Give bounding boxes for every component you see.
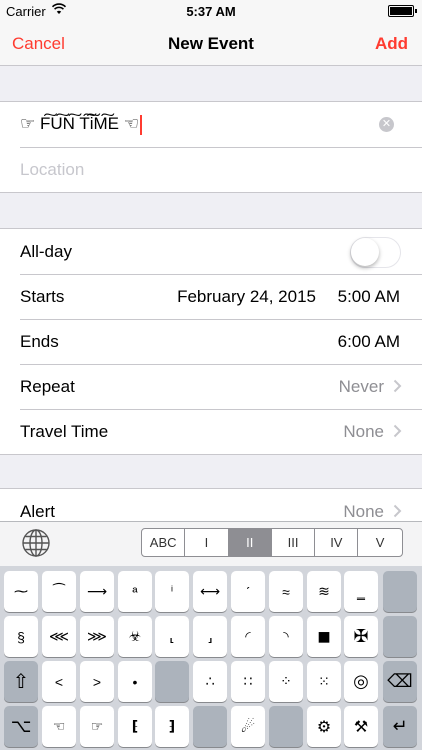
key-symbol[interactable]: ⁓ — [4, 571, 38, 612]
option-key[interactable]: ⌥ — [4, 706, 38, 747]
key-symbol[interactable]: ◎ — [344, 661, 378, 702]
chevron-right-icon — [393, 424, 402, 438]
location-row[interactable]: Location — [0, 147, 422, 192]
chevron-right-icon — [393, 379, 402, 393]
key-symbol[interactable]: > — [80, 661, 114, 702]
key-maltese-cross[interactable]: ✠ — [344, 616, 378, 657]
text-cursor — [139, 114, 142, 135]
status-bar: Carrier 5:37 AM — [0, 0, 422, 22]
repeat-value: Never — [338, 377, 384, 396]
title-input[interactable]: ☞ F͠U͠N͠ T͠i͠M͠E ☜ — [20, 114, 142, 135]
tab-v[interactable]: V — [358, 529, 401, 556]
key-hammer-pick[interactable]: ⚒ — [344, 706, 378, 747]
tab-iv[interactable]: IV — [315, 529, 359, 556]
add-button[interactable]: Add — [375, 34, 408, 54]
travel-time-label: Travel Time — [20, 422, 109, 441]
title-location-group: ☞ F͠U͠N͠ T͠i͠M͠E ☜ ✕ Location — [0, 101, 422, 193]
key-gear[interactable]: ⚙ — [307, 706, 341, 747]
tab-iii[interactable]: III — [272, 529, 316, 556]
globe-icon[interactable] — [21, 528, 51, 558]
allday-toggle[interactable] — [350, 237, 401, 268]
key-symbol[interactable]: ≈ — [269, 571, 303, 612]
key-comet[interactable]: ☄ — [231, 706, 265, 747]
repeat-label: Repeat — [20, 377, 75, 396]
backspace-key[interactable]: ⌫ — [383, 661, 417, 702]
key-blank[interactable] — [155, 661, 189, 702]
key-symbol[interactable]: ⁅ — [118, 706, 152, 747]
key-symbol[interactable]: ⁙ — [307, 661, 341, 702]
battery-icon — [388, 5, 417, 17]
time-group: All-day Starts February 24, 2015 5:00 AM… — [0, 228, 422, 455]
key-symbol[interactable]: ∴ — [193, 661, 227, 702]
title-row[interactable]: ☞ F͠U͠N͠ T͠i͠M͠E ☜ ✕ — [0, 102, 422, 147]
alert-label: Alert — [20, 502, 55, 521]
allday-row: All-day — [0, 229, 422, 274]
key-blank[interactable] — [383, 616, 417, 657]
key-symbol[interactable]: ⸤ — [155, 616, 189, 657]
key-symbol[interactable]: < — [42, 661, 76, 702]
key-symbol[interactable]: ⸥ — [193, 616, 227, 657]
key-symbol[interactable]: ∷ — [231, 661, 265, 702]
starts-date[interactable]: February 24, 2015 — [177, 287, 316, 307]
keyboard-tab-control: ABC I II III IV V — [141, 528, 403, 557]
key-symbol[interactable]: ⟷ — [193, 571, 227, 612]
key-symbol[interactable]: ≋ — [307, 571, 341, 612]
alert-value: None — [343, 502, 384, 521]
tab-ii[interactable]: II — [228, 529, 272, 556]
location-input[interactable]: Location — [20, 160, 84, 180]
travel-time-value: None — [343, 422, 384, 441]
key-symbol[interactable]: ⁘ — [269, 661, 303, 702]
key-symbol[interactable]: ⟶ — [80, 571, 114, 612]
toggle-knob — [351, 238, 379, 266]
status-time: 5:37 AM — [186, 4, 236, 19]
travel-time-row[interactable]: Travel Time None — [0, 409, 422, 454]
key-black-square[interactable]: ■ — [307, 616, 341, 657]
clear-icon[interactable]: ✕ — [379, 117, 394, 132]
key-blank[interactable] — [193, 706, 227, 747]
ends-label: Ends — [20, 332, 59, 351]
shift-key[interactable]: ⇧ — [4, 661, 38, 702]
starts-row[interactable]: Starts February 24, 2015 5:00 AM — [0, 274, 422, 319]
tab-i[interactable]: I — [185, 529, 229, 556]
repeat-row[interactable]: Repeat Never — [0, 364, 422, 409]
nav-bar: Cancel New Event Add — [0, 22, 422, 66]
key-bullet[interactable]: • — [118, 661, 152, 702]
ends-time[interactable]: 6:00 AM — [338, 332, 400, 352]
key-symbol[interactable]: ◜ — [231, 616, 265, 657]
key-symbol[interactable]: ⁀ — [42, 571, 76, 612]
keyboard: ABC I II III IV V ⁓ ⁀ ⟶ ª ⁱ ⟷ ˊ ≈ ≋ ‗ § … — [0, 521, 422, 750]
tab-abc[interactable]: ABC — [142, 529, 186, 556]
page-title: New Event — [168, 34, 254, 53]
starts-time[interactable]: 5:00 AM — [338, 287, 400, 307]
chevron-right-icon — [393, 504, 402, 518]
key-symbol[interactable]: ª — [118, 571, 152, 612]
key-symbol[interactable]: ☞ — [80, 706, 114, 747]
return-key[interactable]: ↵ — [383, 706, 417, 747]
keyboard-toolbar: ABC I II III IV V — [0, 522, 422, 566]
key-symbol[interactable]: ⁱ — [155, 571, 189, 612]
key-blank[interactable] — [383, 571, 417, 612]
key-symbol[interactable]: ⁆ — [155, 706, 189, 747]
ends-row[interactable]: Ends 6:00 AM — [0, 319, 422, 364]
key-symbol[interactable]: ☜ — [42, 706, 76, 747]
key-symbol[interactable]: ⋙ — [80, 616, 114, 657]
key-symbol[interactable]: ˊ — [231, 571, 265, 612]
key-symbol[interactable]: ⋘ — [42, 616, 76, 657]
allday-label: All-day — [20, 242, 72, 261]
key-blank[interactable] — [269, 706, 303, 747]
key-symbol[interactable]: ◝ — [269, 616, 303, 657]
key-symbol[interactable]: § — [4, 616, 38, 657]
starts-label: Starts — [20, 287, 65, 306]
key-biohazard[interactable]: ☣ — [118, 616, 152, 657]
key-symbol[interactable]: ‗ — [344, 571, 378, 612]
